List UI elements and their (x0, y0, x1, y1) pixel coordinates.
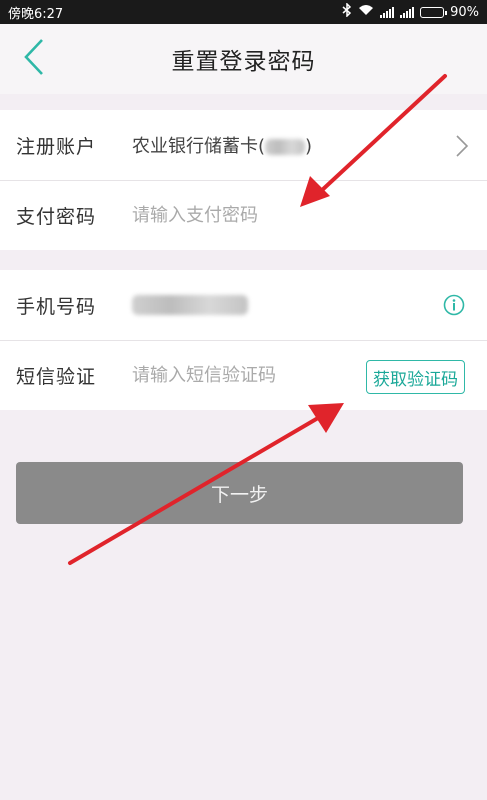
sms-code-input[interactable] (132, 365, 332, 386)
pay-password-input[interactable] (132, 205, 332, 226)
register-account-label: 注册账户 (16, 135, 97, 158)
phone-label: 手机号码 (16, 295, 97, 318)
bank-card-name: 农业银行储蓄卡( (132, 136, 266, 157)
battery-icon (420, 6, 448, 18)
bluetooth-icon (342, 2, 352, 21)
get-code-button[interactable]: 获取验证码 (366, 360, 465, 394)
register-account-value: 农业银行储蓄卡() (132, 132, 312, 158)
sms-row: 短信验证 获取验证码 (0, 340, 487, 410)
pay-password-label: 支付密码 (16, 206, 97, 228)
masked-phone-number (132, 295, 248, 315)
back-button[interactable] (14, 38, 54, 80)
page-title: 重置登录密码 (171, 49, 316, 75)
status-icons: 90% (342, 2, 479, 21)
wifi-icon (358, 4, 374, 20)
bank-card-close: ) (305, 136, 313, 157)
back-arrow-icon (23, 38, 45, 80)
signal-icon-2 (400, 6, 415, 18)
status-bar: 傍晚6:27 90% (0, 0, 487, 24)
phone-row: 手机号码 (0, 270, 487, 340)
verify-section: 手机号码 短信验证 获取验证码 (0, 270, 487, 410)
sms-label: 短信验证 (16, 366, 97, 388)
info-icon[interactable] (443, 294, 465, 320)
pay-password-row: 支付密码 (0, 180, 487, 250)
signal-icon (380, 6, 395, 18)
nav-bar: 重置登录密码 (0, 24, 487, 94)
account-section: 注册账户 农业银行储蓄卡() 支付密码 (0, 110, 487, 250)
register-account-row[interactable]: 注册账户 农业银行储蓄卡() (0, 110, 487, 180)
next-button[interactable]: 下一步 (16, 462, 463, 524)
battery-percent: 90% (450, 4, 479, 20)
chevron-right-icon (455, 134, 469, 162)
masked-card-number (265, 139, 306, 155)
status-time: 傍晚6:27 (8, 6, 64, 22)
